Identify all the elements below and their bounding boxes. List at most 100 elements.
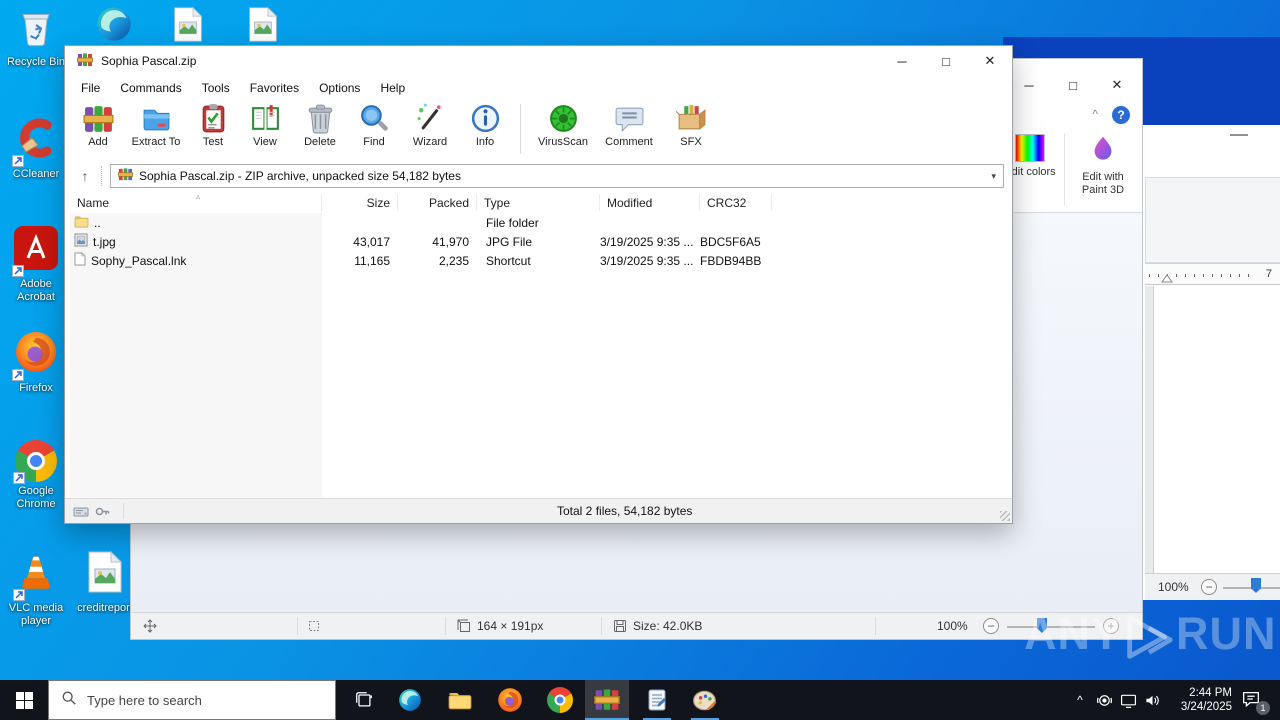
desktop-icon-google-chrome[interactable]: Google Chrome [0,440,72,511]
wordpad-document[interactable] [1153,286,1280,573]
minimize-button[interactable]: ─ [1007,73,1051,97]
find-magnifier-icon [358,102,391,135]
menu-file[interactable]: File [71,81,110,95]
toolbar-virusscan-button[interactable]: VirusScan [530,102,596,161]
dropdown-chevron-icon[interactable]: ▾ [991,171,996,182]
wordpad-ruler[interactable]: 7 [1145,263,1280,285]
menu-favorites[interactable]: Favorites [240,81,309,95]
divider [1064,133,1065,206]
ribbon-collapse-icon[interactable]: ^ [1092,107,1098,121]
winrar-window[interactable]: Sophia Pascal.zip ─ □ ✕ File Commands To… [64,45,1013,524]
taskbar-search-box[interactable] [48,680,336,720]
toolbar-info-button[interactable]: Info [459,102,511,161]
table-row[interactable]: Sophy_Pascal.lnk 11,165 2,235 Shortcut 3… [70,251,1007,270]
desktop-icon-adobe-acrobat[interactable]: Adobe Acrobat [0,226,72,304]
recycle-bin-icon [16,6,56,53]
status-total-text: Total 2 files, 54,182 bytes [557,504,693,518]
taskbar-app-winrar[interactable] [585,680,629,720]
desktop-icon-vlc[interactable]: VLC media player [0,552,72,628]
divider [101,166,102,186]
virus-scan-icon [547,102,580,135]
taskbar-app-chrome[interactable] [538,680,582,720]
start-button[interactable] [0,680,48,720]
zoom-out-button[interactable]: − [983,618,999,634]
edit-with-paint3d-button[interactable]: Edit with Paint 3D [1070,127,1136,212]
taskbar-app-firefox[interactable] [488,680,532,720]
tray-overflow-chevron[interactable]: ^ [1068,680,1092,720]
desktop-icon-image-file-2[interactable] [235,6,291,48]
cursor-position-icon [143,619,157,638]
column-header-packed[interactable]: Packed [398,194,477,211]
desktop-icon-image-file-1[interactable] [160,6,216,48]
toolbar-add-button[interactable]: Add [73,102,123,161]
jpg-file-icon [74,233,88,250]
minimize-icon[interactable] [1230,134,1248,136]
close-button[interactable]: ✕ [1095,73,1139,97]
edge-icon [94,4,134,49]
divider [520,104,521,154]
toolbar-view-button[interactable]: View [237,102,293,161]
maximize-button[interactable]: □ [924,46,968,76]
screen-record-icon[interactable] [1092,680,1116,720]
paint3d-icon [1088,134,1118,167]
edge-icon [399,689,421,711]
close-button[interactable]: ✕ [968,46,1012,76]
image-file-icon [173,6,203,48]
toolbar-find-button[interactable]: Find [347,102,401,161]
taskbar-app-edge[interactable] [388,680,432,720]
resize-grip[interactable] [1000,511,1010,521]
table-row[interactable]: .. File folder [70,213,1007,232]
column-header-type[interactable]: Type [477,194,600,211]
taskbar-clock[interactable]: 2:44 PM 3/24/2025 [1166,686,1232,714]
taskbar-app-wordpad[interactable] [635,680,679,720]
comment-bubble-icon [613,102,646,135]
toolbar-comment-button[interactable]: Comment [596,102,662,161]
winrar-file-list: Name Size Packed Type Modified CRC32 ▵ .… [70,192,1007,497]
desktop-icon-firefox[interactable]: Firefox [0,330,72,395]
taskbar-app-paint[interactable] [683,680,727,720]
table-row[interactable]: t.jpg 43,017 41,970 JPG File 3/19/2025 9… [70,232,1007,251]
toolbar-test-button[interactable]: Test [189,102,237,161]
action-center-button[interactable]: 1 [1240,688,1270,715]
toolbar-delete-button[interactable]: Delete [293,102,347,161]
divider [875,617,876,635]
menu-help[interactable]: Help [370,81,415,95]
toolbar-extract-button[interactable]: Extract To [123,102,189,161]
desktop-icon-ccleaner[interactable]: CCleaner [0,116,72,181]
clock-date: 3/24/2025 [1180,701,1232,713]
minimize-button[interactable]: ─ [880,46,924,76]
divider [601,617,602,635]
zoom-out-button[interactable]: − [1201,579,1217,595]
zoom-slider-thumb[interactable] [1251,578,1261,593]
column-header-modified[interactable]: Modified [600,194,700,211]
column-header-size[interactable]: Size [322,194,398,211]
search-input[interactable] [87,692,307,708]
menu-tools[interactable]: Tools [192,81,240,95]
menu-options[interactable]: Options [309,81,370,95]
toolbar-sfx-button[interactable]: SFX [662,102,720,161]
network-icon[interactable] [1116,680,1140,720]
task-view-button[interactable] [342,680,386,720]
shortcut-arrow-icon [12,265,24,277]
up-directory-button[interactable]: ↑ [73,168,97,184]
winrar-statusbar: Total 2 files, 54,182 bytes [65,498,1012,523]
trash-icon [304,102,337,135]
clock-time: 2:44 PM [1189,687,1232,699]
view-book-icon [249,102,282,135]
save-disk-icon [613,619,627,638]
archive-path-combobox[interactable]: Sophia Pascal.zip - ZIP archive, unpacke… [110,164,1004,188]
paint-zoom-level: 100% [937,619,968,633]
divider [297,617,298,635]
watermark-text-any: ANY [1024,608,1123,659]
taskbar-app-file-explorer[interactable] [438,680,482,720]
desktop-icon-creditreport[interactable]: creditreport [72,550,138,615]
toolbar-wizard-button[interactable]: Wizard [401,102,459,161]
anyrun-logo-icon [1127,615,1173,659]
maximize-button[interactable]: □ [1051,73,1095,97]
help-icon[interactable]: ? [1112,106,1130,124]
menu-commands[interactable]: Commands [110,81,191,95]
desktop-icon-edge[interactable] [86,4,142,49]
desktop-icon-recycle-bin[interactable]: Recycle Bin [0,6,72,69]
column-header-crc32[interactable]: CRC32 [700,194,772,211]
volume-icon[interactable] [1140,680,1164,720]
